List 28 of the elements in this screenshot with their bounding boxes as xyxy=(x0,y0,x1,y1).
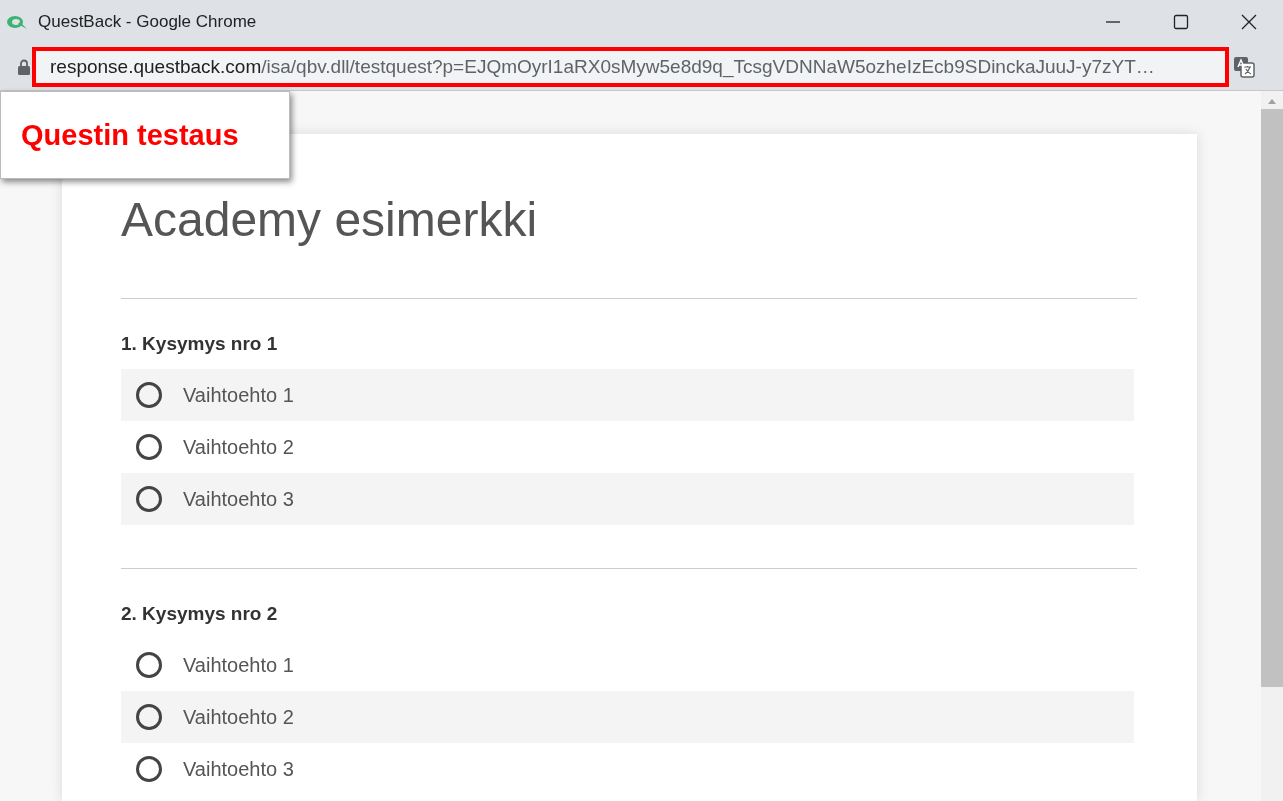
radio-button[interactable] xyxy=(136,486,162,512)
scrollbar[interactable] xyxy=(1261,91,1283,801)
radio-button[interactable] xyxy=(136,382,162,408)
address-field[interactable]: response.questback.com/isa/qbv.dll/testquest?p=EJQmOyrI1aRX0sMyw5e8d9q_TcsgVDNNaW5ozheIzEcb9SDinckaJuuJ-y7zYT… xyxy=(32,47,1229,87)
translate-icon[interactable] xyxy=(1233,56,1255,78)
option-label: Vaihtoehto 1 xyxy=(183,653,294,677)
option-label: Vaihtoehto 3 xyxy=(183,487,294,511)
callout-text: Questin testaus xyxy=(21,118,239,152)
radio-button[interactable] xyxy=(136,434,162,460)
answer-option[interactable]: Vaihtoehto 1 xyxy=(121,369,1134,421)
scrollbar-thumb[interactable] xyxy=(1261,109,1283,687)
radio-button[interactable] xyxy=(136,704,162,730)
answer-option[interactable]: Vaihtoehto 2 xyxy=(121,691,1134,743)
answer-option[interactable]: Vaihtoehto 3 xyxy=(121,473,1134,525)
app-logo-icon xyxy=(6,14,28,30)
radio-button[interactable] xyxy=(136,652,162,678)
maximize-icon[interactable] xyxy=(1173,14,1189,30)
close-icon[interactable] xyxy=(1241,14,1257,30)
lock-icon[interactable] xyxy=(18,59,30,75)
window-title: QuestBack - Google Chrome xyxy=(38,12,258,32)
question-heading: 2. Kysymys nro 2 xyxy=(121,603,279,625)
survey-title: Academy esimerkki xyxy=(121,192,539,248)
option-label: Vaihtoehto 3 xyxy=(183,757,294,781)
option-label: Vaihtoehto 2 xyxy=(183,435,294,459)
radio-button[interactable] xyxy=(136,756,162,782)
option-label: Vaihtoehto 1 xyxy=(183,383,294,407)
question-heading: 1. Kysymys nro 1 xyxy=(121,333,279,355)
option-label: Vaihtoehto 2 xyxy=(183,705,294,729)
